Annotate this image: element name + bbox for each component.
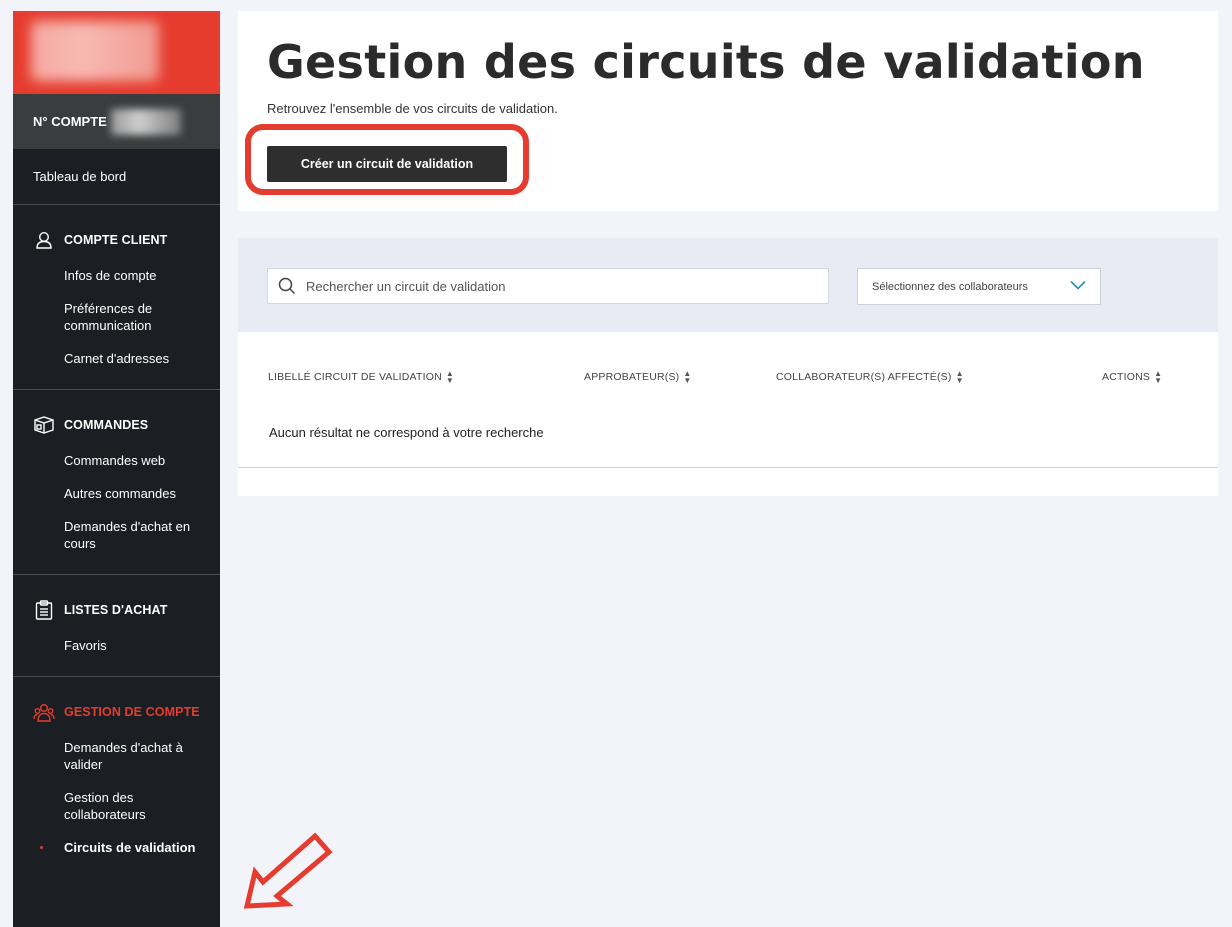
- filter-bar: Sélectionnez des collaborateurs: [238, 238, 1218, 332]
- section-header-compte-client[interactable]: COMPTE CLIENT: [13, 229, 220, 251]
- empty-results-message: Aucun résultat ne correspond à votre rec…: [269, 425, 544, 440]
- sort-icon: ▲ ▼: [445, 369, 454, 385]
- section-listes-achat: LISTES D'ACHAT Favoris: [13, 575, 220, 677]
- sidebar-item-demandes-a-valider[interactable]: Demandes d'achat à valider: [13, 731, 220, 781]
- user-icon: [33, 229, 55, 251]
- blurred-account-name: [31, 21, 159, 81]
- sidebar: N° COMPTE Tableau de bord COMPTE CLIENT …: [13, 11, 220, 927]
- sort-icon: ▲ ▼: [1154, 369, 1163, 385]
- column-label: ACTIONS: [1102, 371, 1151, 383]
- column-label: COLLABORATEUR(S) AFFECTÉ(S): [776, 371, 952, 383]
- team-icon: [33, 701, 55, 723]
- section-title: LISTES D'ACHAT: [64, 603, 168, 617]
- sidebar-item-label: Circuits de validation: [64, 840, 196, 855]
- account-label: N° COMPTE: [33, 114, 107, 129]
- section-title: GESTION DE COMPTE: [64, 705, 200, 719]
- sidebar-item-gestion-collaborateurs[interactable]: Gestion des collaborateurs: [13, 781, 220, 831]
- sidebar-item-commandes-web[interactable]: Commandes web: [13, 444, 220, 477]
- section-gestion-compte: GESTION DE COMPTE Demandes d'achat à val…: [13, 677, 220, 878]
- column-header-collaborateurs[interactable]: COLLABORATEUR(S) AFFECTÉ(S) ▲ ▼: [776, 369, 964, 385]
- blurred-account-number: [110, 108, 181, 135]
- sidebar-item-circuits-validation[interactable]: Circuits de validation: [13, 831, 220, 864]
- sidebar-item-infos-compte[interactable]: Infos de compte: [13, 259, 220, 292]
- section-commandes: COMMANDES Commandes web Autres commandes…: [13, 390, 220, 575]
- search-icon: [278, 277, 296, 295]
- column-label: APPROBATEUR(S): [584, 371, 680, 383]
- table-divider: [238, 467, 1218, 468]
- annotation-arrow-icon: [243, 832, 333, 909]
- column-label: LIBELLÉ CIRCUIT DE VALIDATION: [268, 371, 442, 383]
- brand-header: [13, 11, 220, 94]
- section-header-gestion-compte[interactable]: GESTION DE COMPTE: [13, 701, 220, 723]
- sidebar-item-preferences[interactable]: Préférences de communication: [13, 292, 220, 342]
- table-header: LIBELLÉ CIRCUIT DE VALIDATION ▲ ▼ APPROBA…: [238, 370, 1218, 386]
- header-card: Gestion des circuits de validation Retro…: [238, 11, 1218, 211]
- sidebar-item-carnet-adresses[interactable]: Carnet d'adresses: [13, 342, 220, 375]
- collaborators-select-label: Sélectionnez des collaborateurs: [872, 280, 1028, 293]
- section-title: COMPTE CLIENT: [64, 233, 168, 247]
- clipboard-list-icon: [33, 599, 55, 621]
- sidebar-item-dashboard[interactable]: Tableau de bord: [13, 149, 220, 205]
- sort-icon: ▲ ▼: [683, 369, 692, 385]
- account-number: N° COMPTE: [13, 94, 220, 149]
- sidebar-item-demandes-achat-en-cours[interactable]: Demandes d'achat en cours: [13, 510, 220, 560]
- column-header-approbateurs[interactable]: APPROBATEUR(S) ▲ ▼: [584, 369, 692, 385]
- sort-icon: ▲ ▼: [955, 369, 964, 385]
- section-title: COMMANDES: [64, 418, 149, 432]
- results-card: Sélectionnez des collaborateurs LIBELLÉ …: [238, 238, 1218, 496]
- create-circuit-button[interactable]: Créer un circuit de validation: [267, 146, 507, 182]
- column-header-libelle[interactable]: LIBELLÉ CIRCUIT DE VALIDATION ▲ ▼: [268, 369, 454, 385]
- page-subtitle: Retrouvez l'ensemble de vos circuits de …: [267, 101, 558, 116]
- column-header-actions[interactable]: ACTIONS ▲ ▼: [1102, 369, 1163, 385]
- sidebar-item-favoris[interactable]: Favoris: [13, 629, 220, 662]
- collaborators-select[interactable]: Sélectionnez des collaborateurs: [857, 268, 1101, 305]
- active-indicator: [40, 846, 43, 849]
- sidebar-item-autres-commandes[interactable]: Autres commandes: [13, 477, 220, 510]
- section-compte-client: COMPTE CLIENT Infos de compte Préférence…: [13, 205, 220, 390]
- chevron-down-icon: [1070, 280, 1086, 293]
- search-input[interactable]: [304, 277, 828, 295]
- page-title: Gestion des circuits de validation: [267, 35, 1145, 89]
- box-icon: [33, 414, 55, 436]
- section-header-listes-achat[interactable]: LISTES D'ACHAT: [13, 599, 220, 621]
- search-box[interactable]: [267, 268, 829, 304]
- section-header-commandes[interactable]: COMMANDES: [13, 414, 220, 436]
